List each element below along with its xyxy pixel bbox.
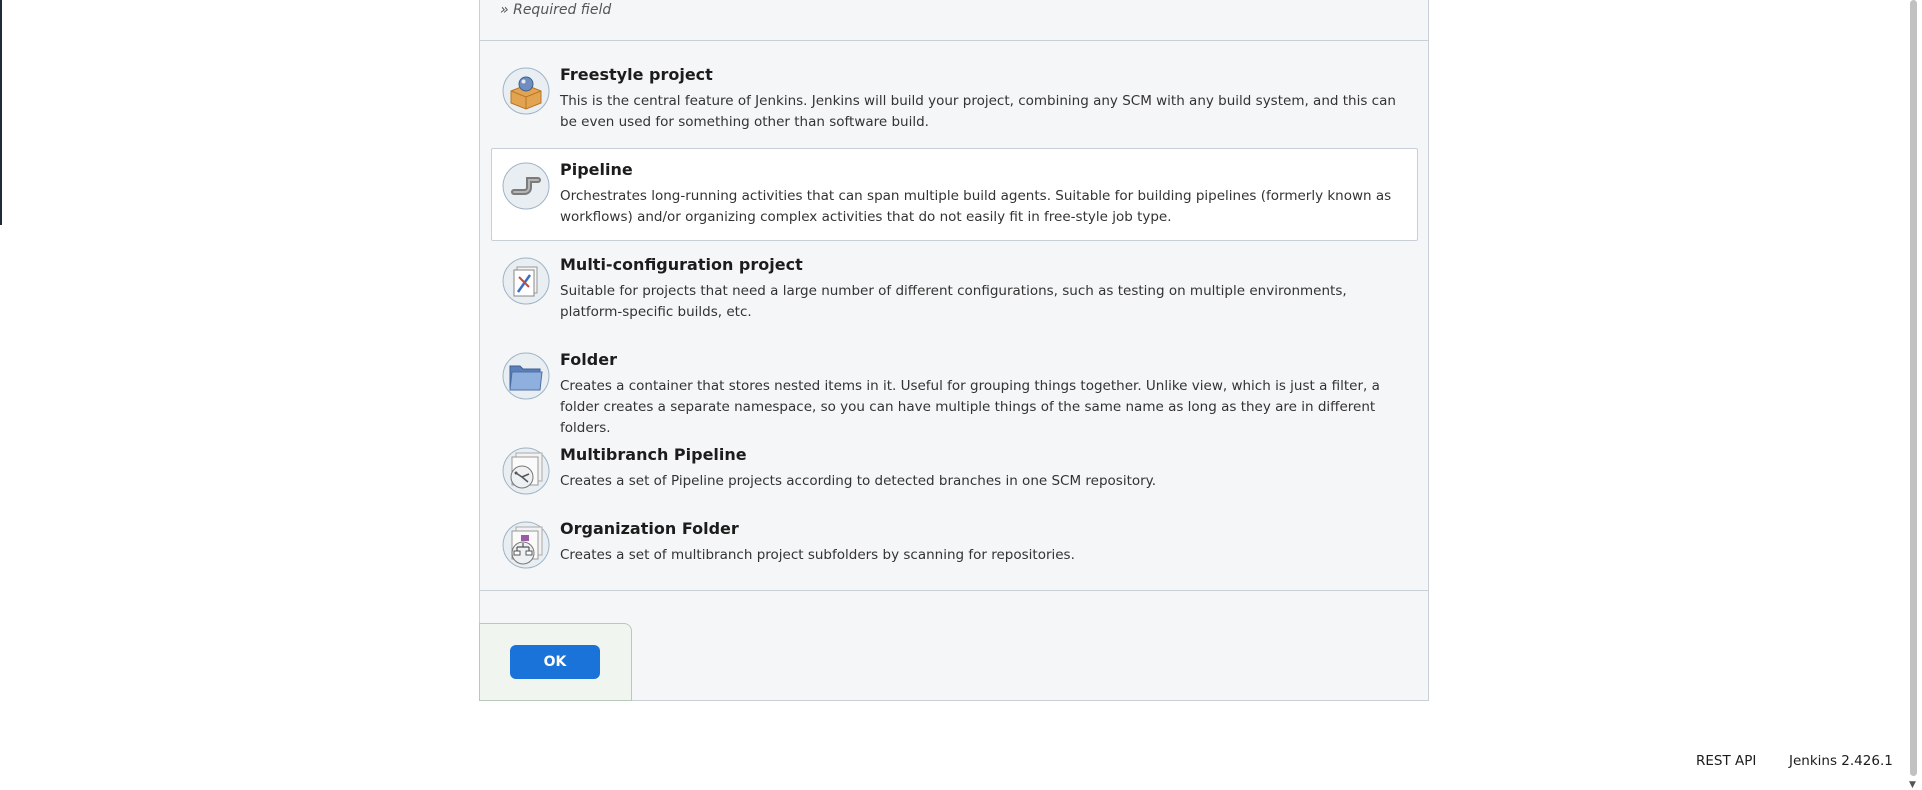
item-multibranch-pipeline[interactable]: Multibranch Pipeline Creates a set of Pi… [491, 433, 1418, 505]
item-pipeline[interactable]: Pipeline Orchestrates long-running activ… [491, 148, 1418, 241]
item-title: Pipeline [560, 160, 633, 179]
item-folder[interactable]: Folder Creates a container that stores n… [491, 338, 1418, 436]
jenkins-version-link[interactable]: Jenkins 2.426.1 [1789, 753, 1893, 769]
item-organization-folder[interactable]: Organization Folder Creates a set of mul… [491, 507, 1418, 581]
multibranch-icon [502, 447, 550, 495]
ok-button-container: OK [479, 623, 632, 701]
item-title: Multibranch Pipeline [560, 445, 747, 464]
multi-config-icon [502, 257, 550, 305]
scrollbar-thumb[interactable] [1910, 0, 1917, 776]
item-description: Suitable for projects that need a large … [560, 283, 1347, 320]
freestyle-box-icon [502, 67, 550, 115]
scroll-down-arrow-icon[interactable]: ▼ [1909, 780, 1916, 790]
item-title: Freestyle project [560, 65, 713, 84]
new-item-panel: » Required field Freestyle project This … [479, 0, 1429, 701]
item-description: Creates a set of multibranch project sub… [560, 547, 1075, 563]
window-edge [0, 0, 2, 225]
item-description: Orchestrates long-running activities tha… [560, 188, 1392, 225]
item-multi-configuration-project[interactable]: Multi-configuration project Suitable for… [491, 243, 1418, 333]
rest-api-link[interactable]: REST API [1696, 753, 1756, 769]
item-title: Multi-configuration project [560, 255, 803, 274]
item-title: Organization Folder [560, 519, 739, 538]
divider [480, 40, 1428, 41]
item-title: Folder [560, 350, 617, 369]
folder-icon [502, 352, 550, 400]
divider [480, 590, 1428, 591]
item-description: This is the central feature of Jenkins. … [560, 93, 1396, 130]
required-field-note: » Required field [500, 2, 612, 18]
item-freestyle-project[interactable]: Freestyle project This is the central fe… [491, 53, 1418, 137]
org-folder-icon [502, 521, 550, 569]
item-description: Creates a set of Pipeline projects accor… [560, 473, 1157, 489]
item-description: Creates a container that stores nested i… [560, 378, 1380, 436]
vertical-scrollbar[interactable]: ▼ [1905, 0, 1922, 790]
ok-button[interactable]: OK [510, 645, 600, 679]
pipeline-pipe-icon [502, 162, 550, 210]
